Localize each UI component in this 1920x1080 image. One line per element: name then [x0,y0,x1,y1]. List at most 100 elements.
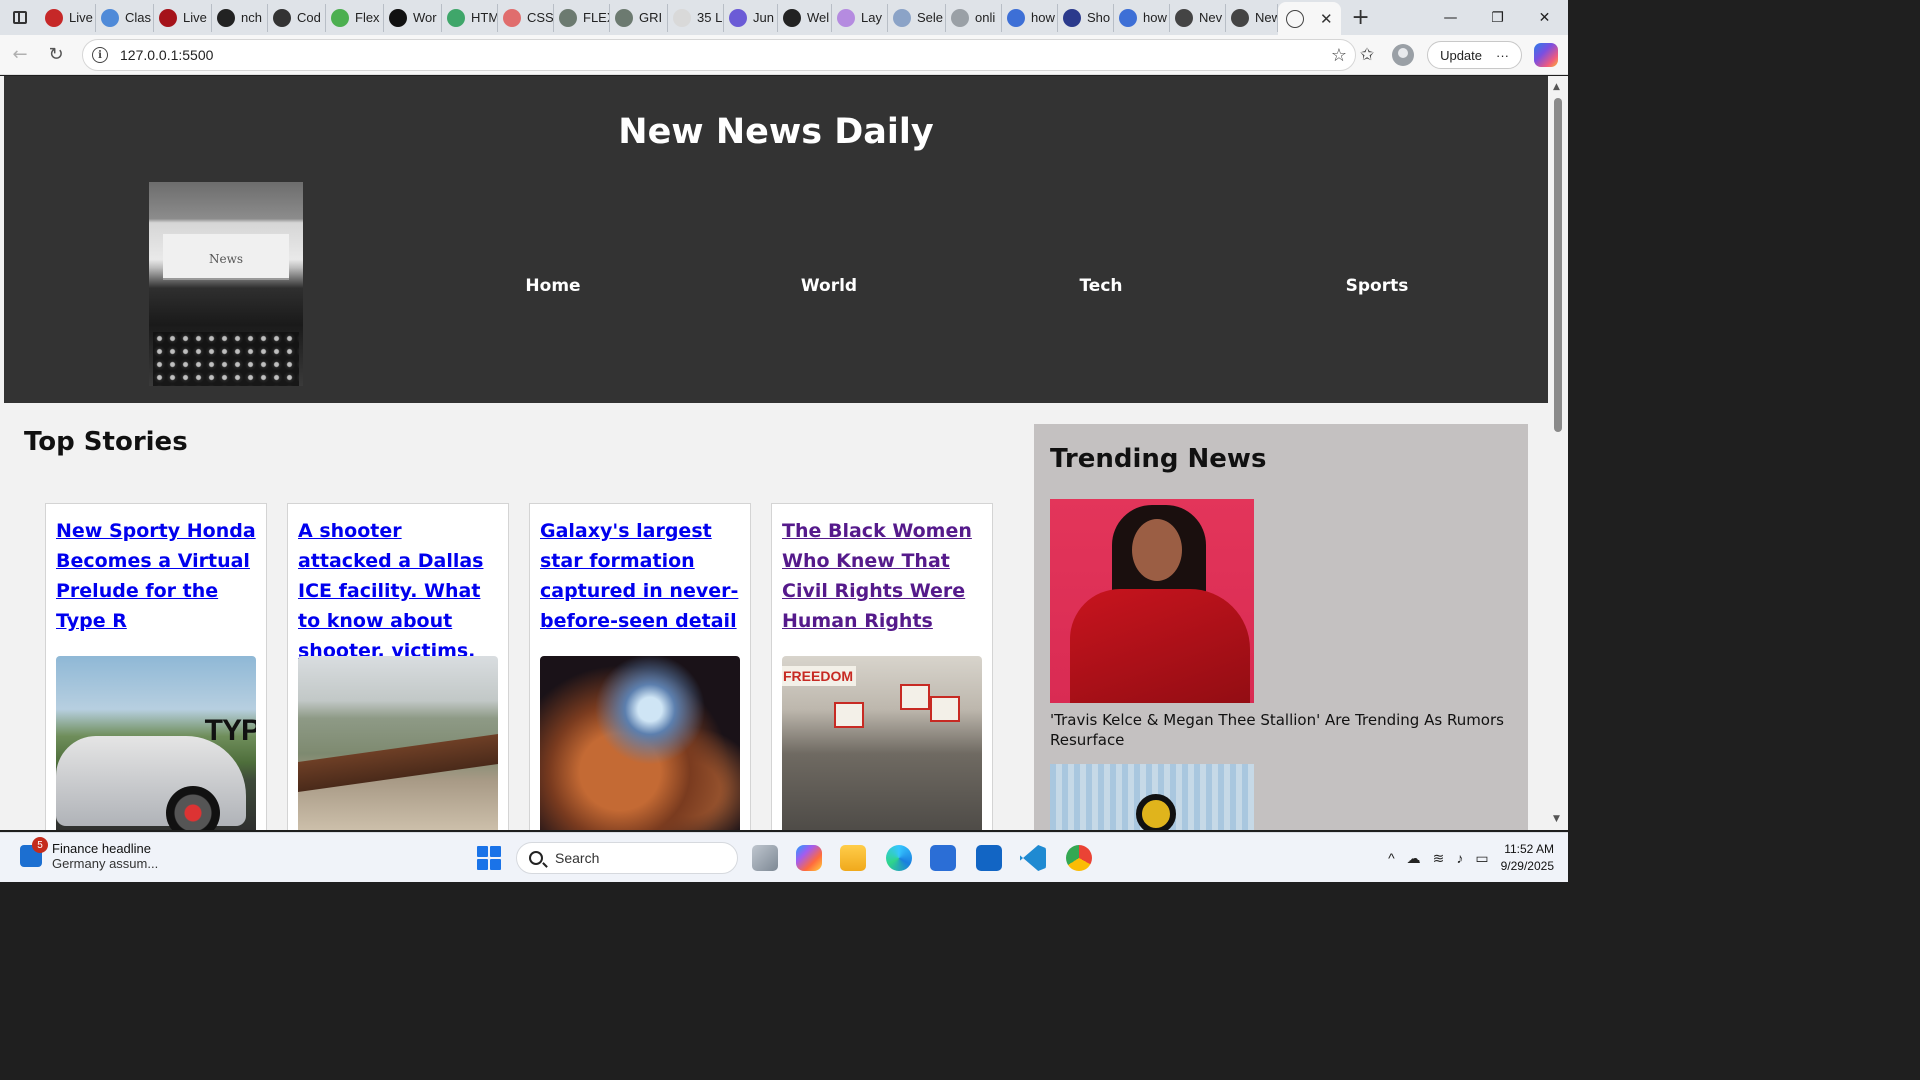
tab-1[interactable]: Clas [96,3,154,32]
tab-10[interactable]: GRI [610,3,668,32]
tab-14[interactable]: Lay [832,3,888,32]
volume-icon[interactable]: ♪ [1456,850,1463,866]
copilot-icon[interactable] [1534,43,1558,67]
site-info-icon[interactable]: i [92,47,108,63]
clock[interactable]: 11:52 AM 9/29/2025 [1501,841,1554,875]
store-icon[interactable] [930,845,956,871]
start-tile [477,846,488,857]
trending-caption[interactable]: 'Travis Kelce & Megan Thee Stallion' Are… [1050,710,1510,750]
tab-17[interactable]: how [1002,3,1058,32]
favorites-icon[interactable]: ✩ [1349,37,1385,73]
site-title: New News Daily [618,112,934,152]
more-menu-icon[interactable]: ··· [1496,48,1509,63]
back-button[interactable]: ← [2,37,38,73]
tab-13[interactable]: Wel [778,3,832,32]
w3-icon [447,8,465,27]
tab-7[interactable]: HTM [442,3,498,32]
news-widget[interactable]: 5 Finance headline Germany assum... [20,837,158,871]
battery-icon[interactable]: ▭ [1475,850,1488,867]
show-hidden-icons-icon[interactable]: ^ [1388,850,1395,866]
tab-label: Sele [917,10,944,25]
m-icon [1063,8,1081,27]
onedrive-icon[interactable]: ☁ [1407,850,1421,867]
close-window-icon[interactable]: ✕ [1521,0,1568,35]
car-badge-text: TYP [204,714,256,747]
notification-badge: 5 [32,837,48,853]
logo-paper: News [163,234,289,280]
grid-icon [615,8,633,27]
nav-home[interactable]: Home [525,276,580,296]
task-view-icon[interactable] [752,845,778,871]
story-headline-link[interactable]: A shooter attacked a Dallas ICE facility… [298,516,500,666]
restore-icon[interactable]: ❐ [1474,0,1521,35]
chrome-icon[interactable] [1066,845,1092,871]
tab-list: Live Clas Live nch Cod Flex Wor HTM CSS FLEX GRI 35… [40,0,1278,35]
honda-car-image[interactable]: TYP [56,656,256,830]
tab-21[interactable]: New [1226,3,1278,32]
taskbar-search[interactable]: Search [516,842,738,874]
tab-15[interactable]: Sele [888,3,946,32]
tab-label: Wel [807,10,830,25]
tab-2[interactable]: Live [154,3,212,32]
vscode-icon[interactable] [1020,845,1046,871]
update-button[interactable]: Update ··· [1427,41,1522,69]
football-helmet [1136,794,1176,830]
border-desert-image[interactable] [298,656,498,830]
tab-label: how [1031,10,1055,25]
page-viewport: New News Daily News Home World Tech Spor… [0,76,1568,830]
story-headline-link-visited[interactable]: The Black Women Who Knew That Civil Righ… [782,516,984,636]
profile-button[interactable] [1385,37,1421,73]
wifi-icon[interactable]: ≋ [1433,850,1445,867]
wordpress-icon [389,8,407,27]
nav-sports[interactable]: Sports [1346,276,1409,296]
tab-20[interactable]: Nev [1170,3,1226,32]
scroll-up-icon[interactable]: ▲ [1553,82,1560,92]
protest-sign [930,696,960,722]
tab-11[interactable]: 35 L [668,3,724,32]
tab-12[interactable]: Jun [724,3,778,32]
minimize-icon[interactable]: — [1427,0,1474,35]
tab-label: Live [183,10,207,25]
new-tab-button[interactable]: + [1345,3,1377,33]
tab-16[interactable]: onli [946,3,1002,32]
tab-18[interactable]: Sho [1058,3,1114,32]
page-scrollbar[interactable]: ▲ ▼ [1548,76,1568,830]
address-bar[interactable]: i 127.0.0.1:5500 ☆ [82,39,1356,71]
trending-football-image[interactable] [1050,764,1254,830]
portrait-jacket [1070,589,1250,703]
scrollbar-thumb[interactable] [1554,98,1562,432]
reload-button[interactable]: ↻ [38,37,74,73]
tab-9[interactable]: FLEX [554,3,610,32]
outlook-icon[interactable] [976,845,1002,871]
tab-label: Nev [1199,10,1223,25]
tab-0[interactable]: Live [40,3,96,32]
edge-browser-icon[interactable] [886,845,912,871]
tab-actions-menu-button[interactable] [0,0,40,35]
story-headline-link[interactable]: Galaxy's largest star formation captured… [540,516,742,636]
clock-date: 9/29/2025 [1500,859,1554,873]
tab-19[interactable]: how [1114,3,1170,32]
tab-label: CSS [527,10,554,25]
start-button[interactable] [477,846,501,870]
tab-8[interactable]: CSS [498,3,554,32]
tab-6[interactable]: Wor [384,3,442,32]
close-tab-icon[interactable]: ✕ [1320,10,1333,28]
story-headline-link[interactable]: New Sporty Honda Becomes a Virtual Prelu… [56,516,258,636]
tab-active[interactable]: ✕ [1278,2,1341,35]
tab-label: New [1255,10,1277,25]
url-text[interactable]: 127.0.0.1:5500 [120,47,213,63]
nav-world[interactable]: World [801,276,857,296]
tab-4[interactable]: Cod [268,3,326,32]
tab-3[interactable]: nch [212,3,268,32]
tab-label: Sho [1087,10,1111,25]
favorite-star-icon[interactable]: ☆ [1331,45,1347,66]
file-explorer-icon[interactable] [840,845,866,871]
story-card: New Sporty Honda Becomes a Virtual Prelu… [45,503,267,830]
copilot-app-icon[interactable] [796,845,822,871]
trending-portrait-image[interactable] [1050,499,1254,703]
nebula-image[interactable] [540,656,740,830]
civil-rights-march-image[interactable]: FREEDOM [782,656,982,830]
nav-tech[interactable]: Tech [1079,276,1122,296]
scroll-down-icon[interactable]: ▼ [1553,814,1560,824]
tab-5[interactable]: Flex [326,3,384,32]
